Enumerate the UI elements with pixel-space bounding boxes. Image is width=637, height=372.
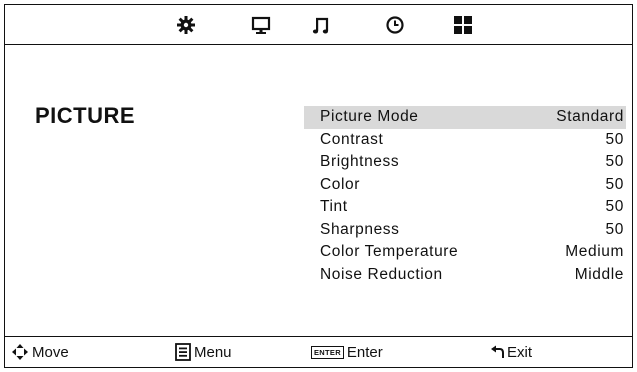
menu-hint-label: Menu <box>194 343 232 361</box>
menu-item-brightness[interactable]: Brightness 50 <box>304 151 626 174</box>
arrows-icon <box>12 344 28 360</box>
menu-hint: Menu <box>175 343 232 361</box>
picture-settings-list: Picture Mode Standard Contrast 50 Bright… <box>304 106 626 286</box>
menu-item-contrast[interactable]: Contrast 50 <box>304 129 626 152</box>
clock-icon[interactable] <box>384 14 406 36</box>
music-note-icon[interactable] <box>311 14 333 36</box>
menu-key-icon <box>175 343 191 361</box>
grid-icon[interactable] <box>452 14 474 36</box>
return-arrow-icon <box>491 345 504 358</box>
tv-osd-frame: PICTURE Picture Mode Standard Contrast 5… <box>4 4 633 368</box>
key-hint-bar: Move Menu ENTER Enter Exit <box>5 336 632 367</box>
menu-item-label: Brightness <box>320 153 400 170</box>
menu-item-label: Noise Reduction <box>320 265 443 283</box>
move-hint: Move <box>11 343 69 361</box>
menu-item-value: Medium <box>565 243 624 260</box>
menu-item-label: Color <box>320 175 361 193</box>
menu-item-label: Picture Mode <box>320 108 419 125</box>
menu-item-color-temperature[interactable]: Color Temperature Medium <box>304 241 626 264</box>
menu-item-label: Sharpness <box>320 220 400 238</box>
gear-icon[interactable] <box>175 14 197 36</box>
menu-item-noise-reduction[interactable]: Noise Reduction Middle <box>304 264 626 287</box>
menu-item-picture-mode[interactable]: Picture Mode Standard <box>304 106 626 129</box>
move-hint-label: Move <box>32 343 69 361</box>
menu-item-tint[interactable]: Tint 50 <box>304 196 626 219</box>
exit-hint: Exit <box>491 343 532 361</box>
enter-key-icon: ENTER <box>311 345 344 359</box>
menu-item-value: 50 <box>605 130 624 148</box>
menu-item-value: Middle <box>574 265 624 283</box>
menu-item-label: Tint <box>320 198 348 215</box>
menu-item-value: 50 <box>605 153 624 170</box>
menu-item-color[interactable]: Color 50 <box>304 174 626 197</box>
enter-hint: ENTER Enter <box>311 343 383 361</box>
page-title: PICTURE <box>35 103 136 128</box>
monitor-icon[interactable] <box>250 14 272 36</box>
menu-item-label: Contrast <box>320 130 384 148</box>
menu-item-value: Standard <box>556 108 624 125</box>
menu-item-value: 50 <box>605 175 624 193</box>
tab-bar <box>5 5 632 45</box>
menu-item-sharpness[interactable]: Sharpness 50 <box>304 219 626 242</box>
menu-item-label: Color Temperature <box>320 243 459 260</box>
menu-item-value: 50 <box>605 198 624 215</box>
menu-item-value: 50 <box>605 220 624 238</box>
exit-hint-label: Exit <box>507 343 533 361</box>
enter-hint-label: Enter <box>346 343 383 361</box>
